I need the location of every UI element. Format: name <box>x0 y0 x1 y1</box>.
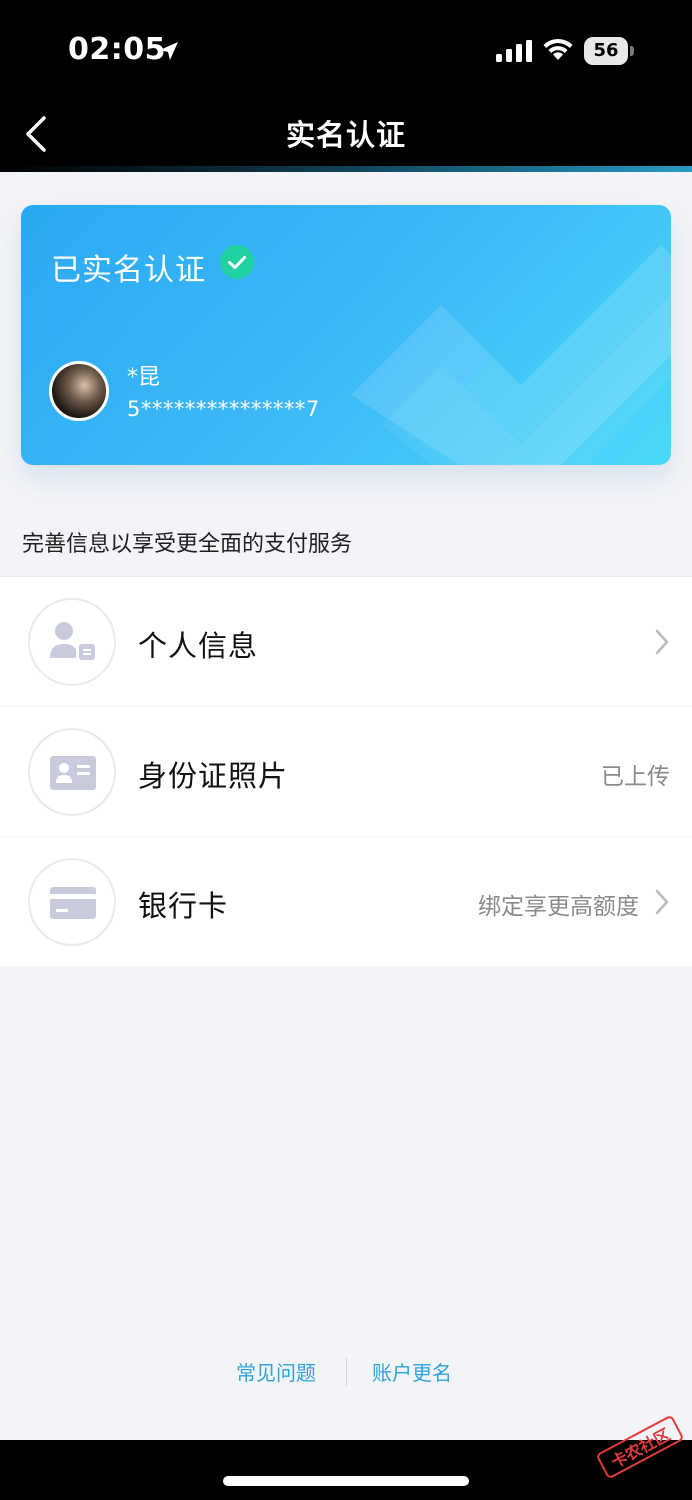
faq-link[interactable]: 常见问题 <box>236 1357 316 1386</box>
battery-tip <box>630 46 634 56</box>
nav-bar: 实名认证 <box>0 100 692 172</box>
battery-level: 56 <box>584 37 628 65</box>
list-item-personal-info[interactable]: 个人信息 <box>0 577 692 707</box>
bank-card-icon-wrap <box>28 858 116 946</box>
status-bar: 02:05 56 <box>0 0 692 100</box>
footer-divider <box>346 1358 347 1386</box>
chevron-right-icon <box>655 889 669 915</box>
account-rename-link[interactable]: 账户更名 <box>372 1357 452 1386</box>
checkmark-watermark-icon <box>351 245 671 465</box>
row-label: 个人信息 <box>138 629 259 663</box>
row-label: 身份证照片 <box>138 759 289 793</box>
masked-name: *昆 <box>127 365 161 390</box>
id-photo-icon-wrap <box>28 728 116 816</box>
list-item-bank-card[interactable]: 银行卡 绑定享更高额度 <box>0 837 692 967</box>
section-hint: 完善信息以享受更全面的支付服务 <box>22 532 353 557</box>
list-item-id-photo[interactable]: 身份证照片 已上传 <box>0 707 692 837</box>
cellular-signal-icon <box>496 40 532 62</box>
person-card-icon <box>50 622 95 660</box>
personal-info-icon-wrap <box>28 598 116 686</box>
home-indicator[interactable] <box>223 1476 469 1486</box>
chevron-right-icon <box>655 629 669 655</box>
status-time: 02:05 <box>68 32 166 67</box>
location-arrow-icon <box>160 42 178 60</box>
nav-divider <box>0 166 692 172</box>
community-watermark-logo: 卡农社区 <box>597 1416 683 1478</box>
verification-card: 已实名认证 *昆 5***************7 <box>21 205 671 465</box>
home-indicator-area <box>0 1440 692 1500</box>
upload-status: 已上传 <box>601 764 670 790</box>
battery-indicator: 56 <box>584 37 634 65</box>
verified-status-title: 已实名认证 <box>51 253 206 288</box>
footer-links: 常见问题 账户更名 <box>0 1354 692 1390</box>
row-label: 银行卡 <box>138 889 229 923</box>
id-card-icon <box>50 756 96 790</box>
bank-card-promo: 绑定享更高额度 <box>478 894 639 920</box>
wifi-icon <box>543 38 573 60</box>
avatar <box>49 361 109 421</box>
bank-card-icon <box>50 887 96 919</box>
page-title: 实名认证 <box>285 118 406 152</box>
masked-id-number: 5***************7 <box>127 397 320 421</box>
info-list: 个人信息 身份证照片 已上传 银行卡 绑定享更高额度 <box>0 576 692 966</box>
verified-check-icon <box>220 245 254 279</box>
